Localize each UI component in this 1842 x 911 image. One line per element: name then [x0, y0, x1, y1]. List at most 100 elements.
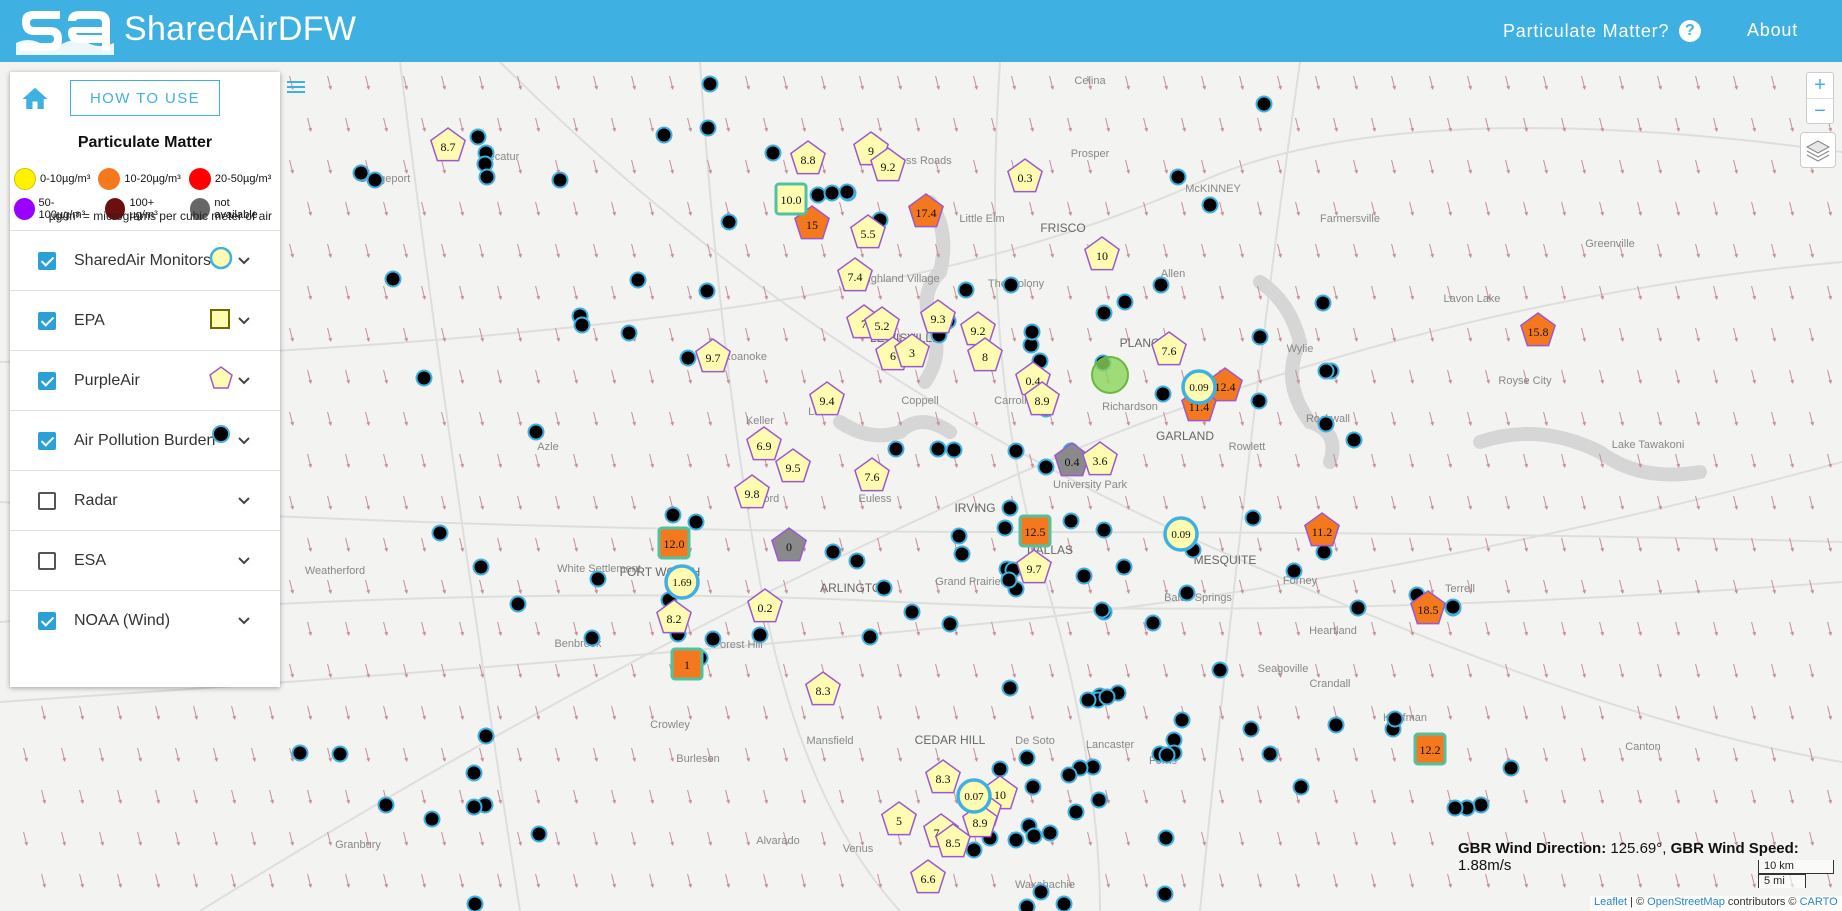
burden-marker[interactable]	[720, 213, 738, 231]
burden-marker[interactable]	[1386, 710, 1404, 728]
layer-sharedair-monitors[interactable]: SharedAir Monitors	[10, 230, 280, 290]
burden-marker[interactable]	[679, 349, 697, 367]
burden-marker[interactable]	[903, 603, 921, 621]
burden-marker[interactable]	[465, 798, 483, 816]
purpleair-marker[interactable]: 0	[771, 527, 807, 562]
burden-marker[interactable]	[1292, 778, 1310, 796]
chevron-down-icon[interactable]	[236, 432, 252, 448]
burden-marker[interactable]	[1041, 824, 1059, 842]
zoom-out-button[interactable]: −	[1807, 98, 1833, 123]
burden-marker[interactable]	[1095, 304, 1113, 322]
zoom-in-button[interactable]: +	[1807, 73, 1833, 98]
burden-marker[interactable]	[589, 570, 607, 588]
layer-noaa-wind[interactable]: NOAA (Wind)	[10, 590, 280, 650]
burden-marker[interactable]	[1317, 362, 1335, 380]
burden-marker[interactable]	[929, 440, 947, 458]
burden-marker[interactable]	[1062, 512, 1080, 530]
burden-marker[interactable]	[573, 316, 591, 334]
burden-marker[interactable]	[415, 369, 433, 387]
checkbox-sharedair-monitors[interactable]	[38, 251, 56, 270]
selected-location-marker[interactable]	[1091, 356, 1129, 394]
burden-marker[interactable]	[941, 615, 959, 633]
burden-marker[interactable]	[1055, 895, 1073, 911]
epa-marker[interactable]: 1	[670, 647, 704, 681]
purpleair-marker[interactable]: 9.4	[809, 381, 845, 416]
burden-marker[interactable]	[620, 324, 638, 342]
burden-marker[interactable]	[1115, 558, 1133, 576]
home-icon[interactable]	[20, 84, 50, 114]
burden-marker[interactable]	[1285, 562, 1303, 580]
burden-marker[interactable]	[1244, 509, 1262, 527]
burden-marker[interactable]	[996, 519, 1014, 537]
burden-marker[interactable]	[699, 119, 717, 137]
burden-marker[interactable]	[950, 527, 968, 545]
purpleair-marker[interactable]: 10	[1084, 236, 1120, 271]
burden-marker[interactable]	[1001, 679, 1019, 697]
purpleair-marker[interactable]: 9.2	[960, 311, 996, 346]
checkbox-radar[interactable]	[38, 491, 56, 510]
burden-marker[interactable]	[701, 75, 719, 93]
layer-air-pollution-burden[interactable]: Air Pollution Burden	[10, 410, 280, 470]
purpleair-marker[interactable]: 7.4	[837, 257, 873, 292]
burden-marker[interactable]	[1018, 898, 1036, 911]
burden-marker[interactable]	[1446, 799, 1464, 817]
burden-marker[interactable]	[509, 595, 527, 613]
sharedair-marker[interactable]: 0.09	[1163, 516, 1199, 552]
burden-marker[interactable]	[331, 745, 349, 763]
burden-marker[interactable]	[1023, 323, 1041, 341]
chevron-down-icon[interactable]	[236, 372, 252, 388]
purpleair-marker[interactable]: 9.8	[734, 474, 770, 509]
burden-marker[interactable]	[1001, 499, 1019, 517]
burden-marker[interactable]	[823, 184, 841, 202]
chevron-down-icon[interactable]	[236, 312, 252, 328]
burden-marker[interactable]	[1169, 168, 1187, 186]
burden-marker[interactable]	[965, 841, 983, 859]
burden-marker[interactable]	[1472, 796, 1490, 814]
burden-marker[interactable]	[1158, 746, 1176, 764]
chevron-down-icon[interactable]	[236, 612, 252, 628]
burden-marker[interactable]	[1314, 294, 1332, 312]
burden-marker[interactable]	[1025, 827, 1043, 845]
layer-epa[interactable]: EPA	[10, 290, 280, 350]
chevron-down-icon[interactable]	[236, 552, 252, 568]
burden-marker[interactable]	[1090, 791, 1108, 809]
burden-marker[interactable]	[423, 810, 441, 828]
burden-marker[interactable]	[1079, 691, 1097, 709]
burden-marker[interactable]	[472, 558, 490, 576]
burden-marker[interactable]	[1242, 720, 1260, 738]
how-to-use-button[interactable]: HOW TO USE	[70, 80, 220, 116]
burden-marker[interactable]	[809, 186, 827, 204]
burden-marker[interactable]	[1116, 293, 1134, 311]
burden-marker[interactable]	[1157, 829, 1175, 847]
hamburger-menu-icon[interactable]	[285, 78, 307, 96]
checkbox-noaa-wind[interactable]	[38, 611, 56, 630]
burden-marker[interactable]	[1000, 571, 1018, 589]
burden-marker[interactable]	[366, 171, 384, 189]
purpleair-marker[interactable]: 0.2	[747, 588, 783, 623]
burden-marker[interactable]	[1018, 749, 1036, 767]
burden-marker[interactable]	[861, 628, 879, 646]
checkbox-epa[interactable]	[38, 311, 56, 330]
burden-marker[interactable]	[1098, 688, 1116, 706]
burden-marker[interactable]	[848, 552, 866, 570]
burden-marker[interactable]	[384, 270, 402, 288]
burden-marker[interactable]	[953, 545, 971, 563]
checkbox-air-pollution-burden[interactable]	[38, 431, 56, 450]
burden-marker[interactable]	[1345, 431, 1363, 449]
sharedair-marker[interactable]: 0.07	[956, 778, 992, 814]
burden-marker[interactable]	[1007, 831, 1025, 849]
burden-marker[interactable]	[664, 506, 682, 524]
burden-marker[interactable]	[991, 760, 1009, 778]
layers-control-button[interactable]	[1800, 132, 1836, 168]
chevron-down-icon[interactable]	[236, 252, 252, 268]
burden-marker[interactable]	[1201, 196, 1219, 214]
burden-marker[interactable]	[551, 171, 569, 189]
leaflet-link[interactable]: Leaflet	[1594, 896, 1627, 908]
burden-marker[interactable]	[1211, 661, 1229, 679]
burden-marker[interactable]	[291, 744, 309, 762]
purpleair-marker[interactable]: 9.5	[775, 448, 811, 483]
burden-marker[interactable]	[377, 796, 395, 814]
sharedair-marker[interactable]: 1.69	[664, 564, 700, 600]
burden-marker[interactable]	[764, 144, 782, 162]
particulate-matter-help-link[interactable]: Particulate Matter? ?	[1503, 20, 1702, 42]
